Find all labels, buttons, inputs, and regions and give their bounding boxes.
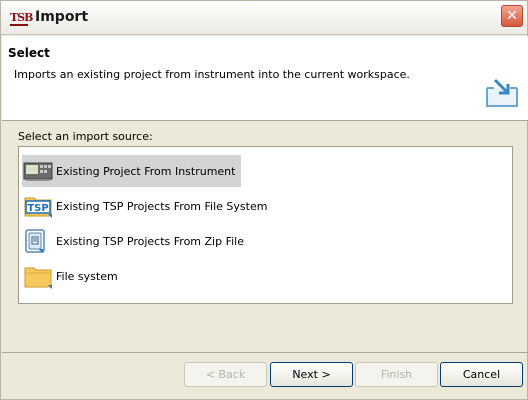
cancel-button[interactable]: Cancel: [440, 362, 523, 387]
dialog-title: Import: [35, 9, 89, 25]
list-item-existing-project-from-instrument[interactable]: Existing Project From Instrument: [22, 155, 242, 187]
list-item-label: Existing TSP Projects From File System: [56, 199, 268, 213]
list-item-tsp-projects-zip-file[interactable]: Existing TSP Projects From Zip File: [22, 225, 250, 257]
back-button[interactable]: < Back: [184, 362, 267, 387]
title-bar[interactable]: TSB Import ✕: [1, 1, 527, 35]
import-source-list: Existing Project From Instrument TSP Exi…: [18, 146, 513, 304]
wizard-header: Select Imports an existing project from …: [2, 36, 528, 121]
tsp-folder-icon: TSP: [24, 197, 52, 218]
import-dialog: TSB Import ✕ Select Imports an existing …: [0, 0, 528, 400]
import-source-label: Select an import source:: [18, 130, 153, 143]
list-item-label: Existing TSP Projects From Zip File: [56, 234, 244, 248]
page-description: Imports an existing project from instrum…: [14, 68, 410, 81]
import-banner-icon: [486, 78, 518, 107]
tsb-app-icon: TSB: [10, 11, 33, 26]
page-title: Select: [8, 46, 50, 60]
folder-icon: [24, 267, 52, 289]
list-item-label: File system: [56, 269, 118, 283]
list-item-label: Existing Project From Instrument: [56, 164, 236, 178]
close-button[interactable]: ✕: [501, 5, 523, 27]
zip-file-icon: [25, 229, 45, 253]
list-item-file-system[interactable]: File system: [22, 260, 124, 292]
tsp-icon-text: TSP: [27, 203, 48, 214]
list-item-tsp-projects-file-system[interactable]: TSP Existing TSP Projects From File Syst…: [22, 190, 273, 222]
finish-button[interactable]: Finish: [355, 362, 438, 387]
instrument-icon: [23, 162, 53, 181]
button-bar-separator: [2, 352, 528, 353]
next-button[interactable]: Next >: [270, 362, 353, 387]
